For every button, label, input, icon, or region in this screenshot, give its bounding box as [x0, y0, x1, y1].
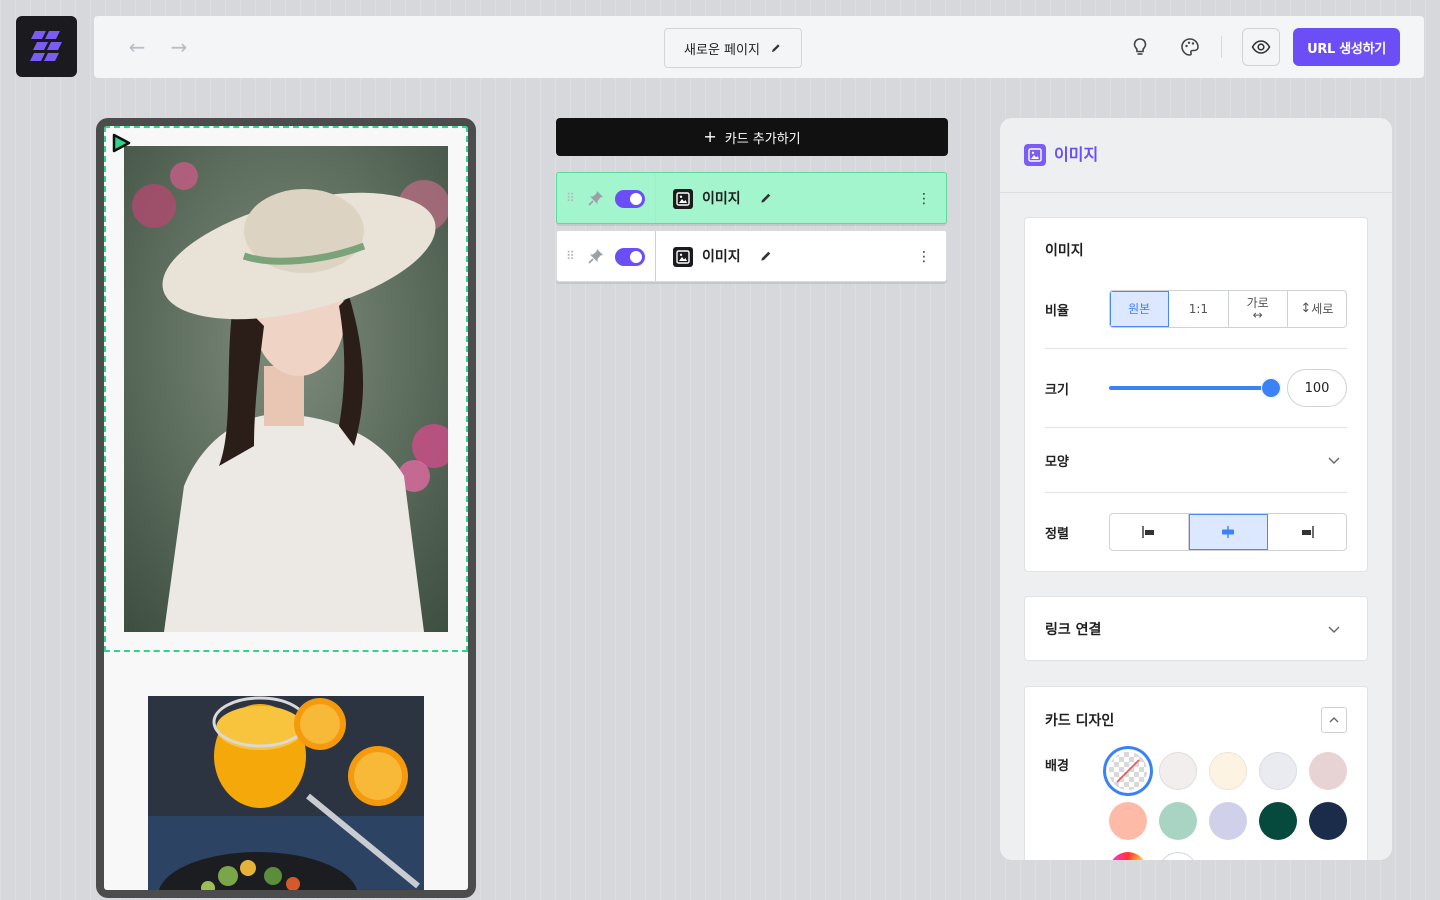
divider — [1045, 348, 1347, 349]
ratio-option-square[interactable]: 1:1 — [1169, 291, 1229, 327]
swatch-color[interactable] — [1309, 752, 1347, 790]
size-input[interactable]: 100 — [1287, 369, 1347, 407]
pencil-icon[interactable] — [759, 249, 773, 263]
chevron-up-icon — [1329, 717, 1339, 723]
divider — [1045, 427, 1347, 428]
swatch-color[interactable] — [1209, 802, 1247, 840]
swatch-color[interactable] — [1159, 802, 1197, 840]
ratio-option-landscape[interactable]: 가로 ↔ — [1229, 291, 1288, 327]
add-card-button[interactable]: + 카드 추가하기 — [556, 118, 948, 156]
pencil-icon — [771, 44, 780, 52]
vertical-arrow-icon: ↕ — [1300, 301, 1312, 316]
align-selector — [1109, 513, 1347, 551]
ratio-selector: 원본 1:1 가로 ↔ ↕ 세로 — [1109, 290, 1347, 328]
divider — [1045, 492, 1347, 493]
swatch-color[interactable] — [1109, 802, 1147, 840]
panel-header: 이미지 — [1000, 118, 1392, 193]
align-right-icon[interactable] — [1268, 514, 1346, 550]
chevron-down-icon[interactable] — [1327, 622, 1341, 636]
phone-preview — [96, 118, 476, 898]
generate-url-button[interactable]: URL 생성하기 — [1293, 28, 1400, 66]
horizontal-arrow-icon: ↔ — [1252, 308, 1263, 322]
toolbar-divider — [1221, 36, 1222, 58]
redo-arrow-icon[interactable]: → — [168, 36, 190, 58]
swatch-transparent[interactable] — [1109, 752, 1147, 790]
more-vertical-icon[interactable]: ⋮ — [917, 189, 931, 209]
swatch-color[interactable] — [1159, 752, 1197, 790]
pencil-icon[interactable] — [759, 191, 773, 205]
card-row-image-1[interactable]: ⠿ 이미지 ⋮ — [556, 172, 947, 224]
add-card-label: 카드 추가하기 — [724, 131, 801, 147]
size-slider-track[interactable] — [1109, 386, 1271, 390]
swatch-color[interactable] — [1159, 852, 1197, 860]
portrait-photo[interactable] — [124, 146, 448, 632]
chevron-down-icon[interactable] — [1327, 453, 1341, 467]
undo-arrow-icon[interactable]: ← — [126, 36, 148, 58]
phone-screen — [104, 126, 468, 890]
preview-button[interactable] — [1242, 28, 1280, 66]
image-icon — [1024, 144, 1046, 166]
size-slider-thumb[interactable] — [1261, 378, 1281, 398]
logo-icon — [29, 30, 62, 61]
card-row-controls: ⠿ — [557, 231, 656, 281]
top-toolbar: ← → 새로운 페이지 URL 생성하기 — [94, 16, 1424, 78]
ratio-option-original[interactable]: 원본 — [1110, 291, 1170, 327]
page-title-field[interactable]: 새로운 페이지 — [664, 28, 802, 68]
drag-handle-icon[interactable]: ⠿ — [566, 248, 576, 264]
image-settings-section: 이미지 비율 원본 1:1 가로 ↔ ↕ 세로 크기 100 모양 정렬 — [1024, 217, 1368, 572]
pin-icon[interactable] — [588, 248, 604, 264]
link-section[interactable]: 링크 연결 — [1024, 596, 1368, 661]
pin-icon[interactable] — [588, 190, 604, 206]
card-row-image-2[interactable]: ⠿ 이미지 ⋮ — [556, 230, 947, 282]
ratio-label: 비율 — [1045, 304, 1069, 319]
panel-title: 이미지 — [1054, 145, 1099, 164]
section-title: 링크 연결 — [1045, 622, 1102, 638]
swatch-color[interactable] — [1259, 752, 1297, 790]
swatch-custom-color[interactable] — [1109, 852, 1147, 860]
section-title: 이미지 — [1045, 243, 1084, 259]
background-label: 배경 — [1045, 759, 1069, 774]
drag-handle-icon[interactable]: ⠿ — [566, 190, 576, 206]
plus-icon: + — [703, 127, 717, 146]
ratio-option-portrait-label: 세로 — [1311, 302, 1334, 316]
palette-icon[interactable] — [1177, 34, 1203, 60]
section-title: 카드 디자인 — [1045, 713, 1115, 729]
app-logo[interactable] — [16, 16, 77, 77]
align-label: 정렬 — [1045, 527, 1069, 542]
collapse-button[interactable] — [1321, 707, 1347, 733]
settings-panel: 이미지 이미지 비율 원본 1:1 가로 ↔ ↕ 세로 크기 100 모양 정렬 — [1000, 118, 1392, 860]
swatch-color[interactable] — [1309, 802, 1347, 840]
card-row-controls: ⠿ — [557, 173, 656, 223]
page-title: 새로운 페이지 — [684, 42, 760, 58]
lightbulb-icon[interactable] — [1127, 34, 1153, 60]
visibility-toggle[interactable] — [615, 190, 645, 208]
swatch-color[interactable] — [1209, 752, 1247, 790]
visibility-toggle[interactable] — [615, 248, 645, 266]
eye-icon — [1251, 40, 1271, 54]
image-icon — [673, 247, 693, 267]
align-center-icon[interactable] — [1189, 514, 1268, 550]
align-left-icon[interactable] — [1110, 514, 1189, 550]
image-icon — [673, 189, 693, 209]
more-vertical-icon[interactable]: ⋮ — [917, 247, 931, 267]
card-row-label: 이미지 — [702, 249, 741, 265]
card-row-label: 이미지 — [702, 191, 741, 207]
size-label: 크기 — [1045, 383, 1069, 398]
ratio-option-portrait[interactable]: ↕ 세로 — [1288, 291, 1346, 327]
swatch-color[interactable] — [1259, 802, 1297, 840]
shape-label: 모양 — [1045, 455, 1069, 470]
card-design-section: 카드 디자인 배경 — [1024, 686, 1368, 860]
food-photo[interactable] — [148, 696, 424, 890]
play-badge-icon — [110, 132, 132, 154]
